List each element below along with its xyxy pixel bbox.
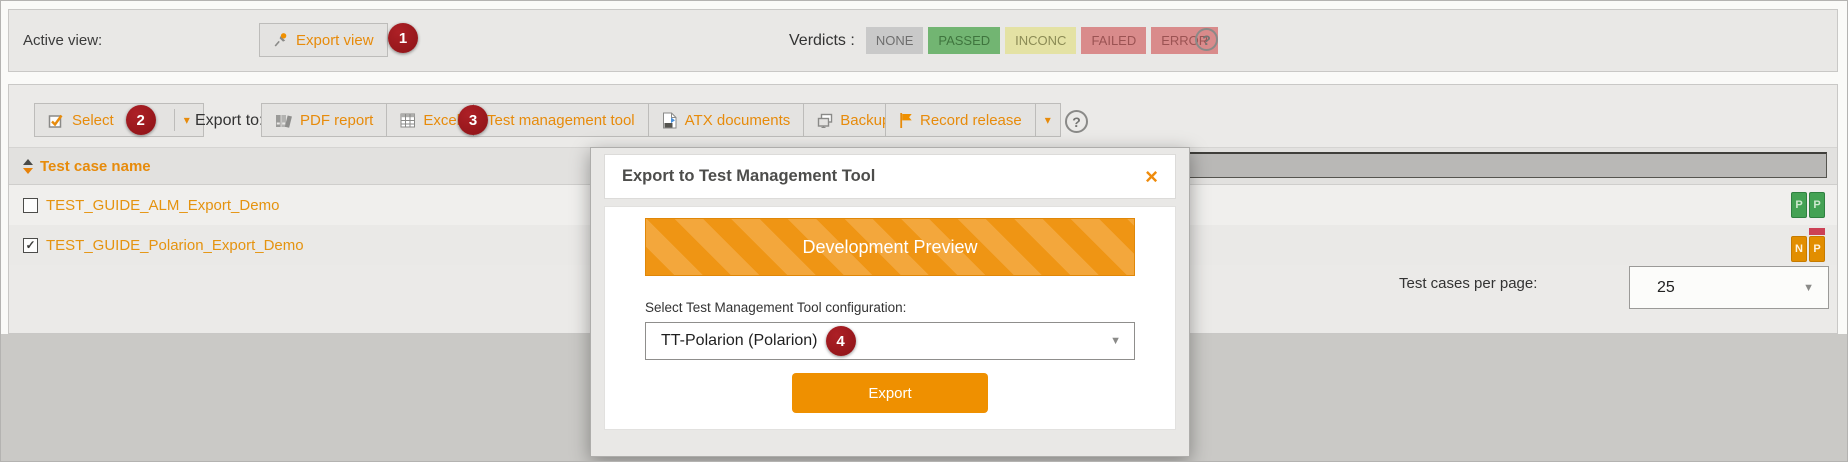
export-to-label: Export to: bbox=[195, 103, 263, 139]
checkbox-check-icon bbox=[48, 112, 65, 129]
export-button-group: PDF report Excel 3 Test management tool bbox=[261, 103, 903, 137]
verdicts-legend: Verdicts : NONE PASSED INCONC FAILED ERR… bbox=[789, 10, 1223, 71]
atx-documents-label: ATX documents bbox=[685, 112, 791, 129]
tmt-configuration-select[interactable]: TT-Polarion (Polarion) 4 ▼ bbox=[645, 322, 1135, 360]
dialog-body: Development Preview Select Test Manageme… bbox=[604, 206, 1176, 430]
chevron-down-icon: ▼ bbox=[1803, 282, 1814, 294]
development-preview-banner: Development Preview bbox=[645, 218, 1135, 276]
verdict-mini-chip[interactable]: P bbox=[1809, 192, 1825, 218]
verdict-mini-chip[interactable]: P bbox=[1791, 192, 1807, 218]
verdict-chip-none: NONE bbox=[866, 27, 924, 54]
export-button[interactable]: Export bbox=[792, 373, 988, 413]
export-view-button[interactable]: Export view bbox=[259, 23, 388, 57]
test-case-link[interactable]: TEST_GUIDE_Polarion_Export_Demo bbox=[46, 237, 304, 254]
tmt-configuration-value: TT-Polarion (Polarion) bbox=[661, 332, 818, 350]
export-view-label: Export view bbox=[296, 32, 374, 49]
per-page-label: Test cases per page: bbox=[1399, 275, 1537, 292]
pdf-report-icon bbox=[275, 113, 293, 128]
flag-icon bbox=[899, 112, 913, 129]
annotation-badge-2: 2 bbox=[126, 105, 156, 135]
per-page-select[interactable]: 25 ▼ bbox=[1629, 266, 1829, 309]
close-icon[interactable]: × bbox=[1145, 166, 1158, 188]
annotation-badge-4: 4 bbox=[826, 326, 856, 356]
pin-icon bbox=[273, 32, 289, 48]
export-tmt-dialog: Export to Test Management Tool × Develop… bbox=[590, 147, 1190, 457]
atx-document-icon bbox=[662, 112, 678, 129]
chevron-down-icon: ▼ bbox=[1110, 335, 1121, 347]
button-divider bbox=[174, 109, 175, 131]
record-release-group: Record release ▾ bbox=[885, 103, 1061, 137]
backup-label: Backup bbox=[840, 112, 890, 129]
verdict-mini-chip[interactable]: N bbox=[1791, 236, 1807, 262]
verdict-chip-passed: PASSED bbox=[928, 27, 1000, 54]
record-release-dropdown-button[interactable]: ▾ bbox=[1035, 103, 1061, 137]
red-cap-indicator bbox=[1809, 228, 1825, 235]
row-checkbox[interactable] bbox=[23, 198, 38, 213]
pdf-report-label: PDF report bbox=[300, 112, 373, 129]
test-management-tool-button[interactable]: Test management tool bbox=[473, 103, 649, 137]
chevron-down-icon: ▾ bbox=[1045, 113, 1051, 127]
excel-icon bbox=[400, 113, 416, 128]
active-view-label: Active view: bbox=[23, 10, 102, 71]
backup-icon bbox=[817, 113, 833, 128]
active-view-bar: Active view: Export view 1 Verdicts : NO… bbox=[8, 9, 1838, 72]
test-case-link[interactable]: TEST_GUIDE_ALM_Export_Demo bbox=[46, 197, 279, 214]
verdict-chip-inconc: INCONC bbox=[1005, 27, 1076, 54]
help-icon[interactable]: ? bbox=[1065, 110, 1088, 133]
annotation-badge-3: 3 bbox=[458, 105, 488, 135]
row-verdict-chips: P P bbox=[1791, 192, 1825, 218]
atx-documents-button[interactable]: ATX documents bbox=[648, 103, 805, 137]
excel-label: Excel bbox=[423, 112, 460, 129]
record-release-button[interactable]: Record release bbox=[885, 103, 1036, 137]
test-management-tool-label: Test management tool bbox=[487, 112, 635, 129]
help-icon[interactable]: ? bbox=[1195, 28, 1218, 51]
dialog-title-bar: Export to Test Management Tool × bbox=[604, 154, 1176, 199]
pdf-report-button[interactable]: PDF report bbox=[261, 103, 387, 137]
select-button-label: Select bbox=[72, 112, 114, 129]
row-checkbox[interactable]: ✓ bbox=[23, 238, 38, 253]
export-toolbar: Select 2 ▾ Export to: PDF report bbox=[9, 103, 1837, 139]
per-page-value: 25 bbox=[1657, 279, 1675, 297]
row-verdict-chips: N P bbox=[1791, 228, 1825, 262]
verdicts-label: Verdicts : bbox=[789, 32, 855, 50]
dialog-title: Export to Test Management Tool bbox=[622, 167, 875, 186]
record-release-label: Record release bbox=[920, 112, 1022, 129]
chevron-down-icon: ▾ bbox=[184, 113, 190, 127]
select-button[interactable]: Select 2 ▾ bbox=[34, 103, 204, 137]
annotation-badge-1: 1 bbox=[388, 23, 418, 53]
sort-icon bbox=[23, 159, 33, 174]
verdict-chip-failed: FAILED bbox=[1081, 27, 1146, 54]
verdict-mini-chip[interactable]: P bbox=[1809, 228, 1825, 262]
table-header-label: Test case name bbox=[40, 158, 151, 175]
config-select-label: Select Test Management Tool configuratio… bbox=[645, 300, 1135, 315]
